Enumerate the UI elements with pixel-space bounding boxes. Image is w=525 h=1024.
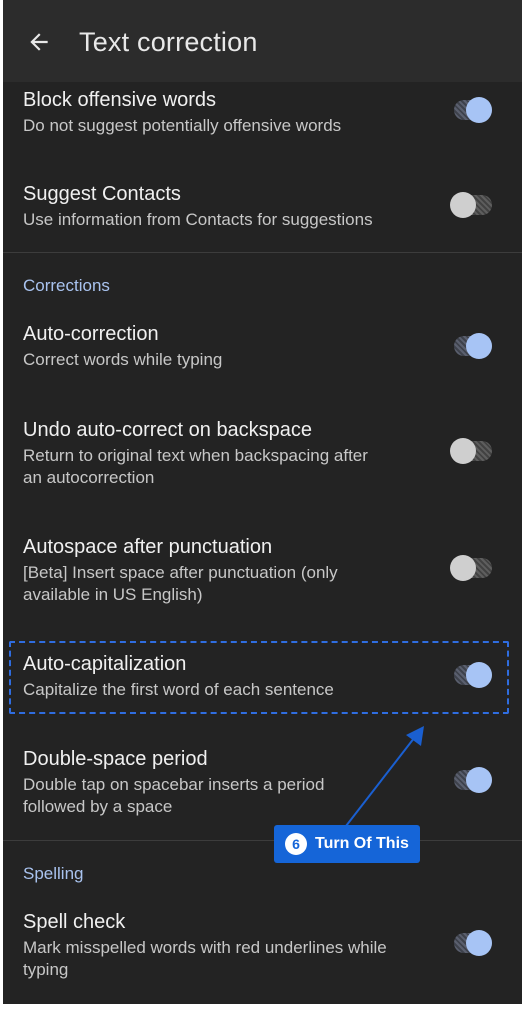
- toggle-thumb: [466, 930, 492, 956]
- setting-subtitle-line2: available in US English): [23, 585, 203, 604]
- step-number-badge: 6: [285, 833, 307, 855]
- back-button[interactable]: [21, 24, 57, 60]
- setting-spell-check[interactable]: Spell check Mark misspelled words with r…: [3, 906, 522, 990]
- setting-subtitle: Capitalize the first word of each senten…: [23, 680, 334, 699]
- setting-title: Auto-capitalization: [23, 653, 187, 675]
- annotation-text: Turn Of This: [315, 835, 409, 852]
- section-header-spelling: Spelling: [23, 864, 84, 883]
- page-title: Text correction: [79, 27, 258, 57]
- double-space-period-toggle[interactable]: [449, 764, 501, 796]
- arrow-left-icon: [30, 33, 48, 51]
- toggle-thumb: [466, 662, 492, 688]
- setting-subtitle: Do not suggest potentially offensive wor…: [23, 116, 342, 135]
- toggle-thumb: [466, 333, 492, 359]
- auto-correction-toggle[interactable]: [449, 330, 501, 362]
- undo-autocorrect-toggle[interactable]: [449, 435, 501, 467]
- toggle-thumb: [450, 192, 476, 218]
- setting-auto-correction[interactable]: Auto-correction Correct words while typi…: [3, 318, 522, 388]
- setting-subtitle-line1: Mark misspelled words with red underline…: [23, 938, 387, 957]
- setting-block-offensive-words[interactable]: Block offensive words Do not suggest pot…: [3, 84, 522, 160]
- toggle-thumb: [466, 97, 492, 123]
- setting-subtitle-line1: Return to original text when backspacing…: [23, 446, 368, 465]
- setting-subtitle: Use information from Contacts for sugges…: [23, 210, 373, 229]
- setting-undo-autocorrect[interactable]: Undo auto-correct on backspace Return to…: [3, 414, 522, 498]
- setting-title: Auto-correction: [23, 323, 159, 345]
- setting-auto-capitalization[interactable]: Auto-capitalization Capitalize the first…: [3, 648, 522, 710]
- setting-title: Block offensive words: [23, 89, 217, 111]
- block-offensive-words-toggle[interactable]: [449, 94, 501, 126]
- auto-capitalization-toggle[interactable]: [449, 659, 501, 691]
- setting-title: Autospace after punctuation: [23, 536, 273, 558]
- setting-autospace[interactable]: Autospace after punctuation [Beta] Inser…: [3, 531, 522, 615]
- setting-subtitle-line2: an autocorrection: [23, 468, 155, 487]
- setting-title: Undo auto-correct on backspace: [23, 419, 313, 441]
- autospace-toggle[interactable]: [449, 552, 501, 584]
- spell-check-toggle[interactable]: [449, 927, 501, 959]
- setting-subtitle-line2: followed by a space: [23, 797, 173, 816]
- setting-subtitle: Correct words while typing: [23, 350, 223, 369]
- setting-title: Spell check: [23, 911, 126, 933]
- divider: [3, 840, 522, 841]
- setting-subtitle-line1: Double tap on spacebar inserts a period: [23, 775, 325, 794]
- section-header-corrections: Corrections: [23, 276, 110, 295]
- setting-title: Double-space period: [23, 748, 208, 770]
- toggle-thumb: [466, 767, 492, 793]
- app-bar: Text correction: [3, 0, 522, 82]
- settings-screen: Text correction Block offensive words Do…: [3, 0, 522, 1004]
- setting-subtitle-line1: [Beta] Insert space after punctuation (o…: [23, 563, 338, 582]
- annotation-callout: 6 Turn Of This: [274, 825, 420, 863]
- suggest-contacts-toggle[interactable]: [449, 189, 501, 221]
- setting-double-space-period[interactable]: Double-space period Double tap on spaceb…: [3, 743, 522, 827]
- setting-title: Suggest Contacts: [23, 183, 181, 205]
- setting-subtitle-line2: typing: [23, 960, 69, 979]
- setting-suggest-contacts[interactable]: Suggest Contacts Use information from Co…: [3, 178, 522, 248]
- toggle-thumb: [450, 555, 476, 581]
- toggle-thumb: [450, 438, 476, 464]
- divider: [3, 252, 522, 253]
